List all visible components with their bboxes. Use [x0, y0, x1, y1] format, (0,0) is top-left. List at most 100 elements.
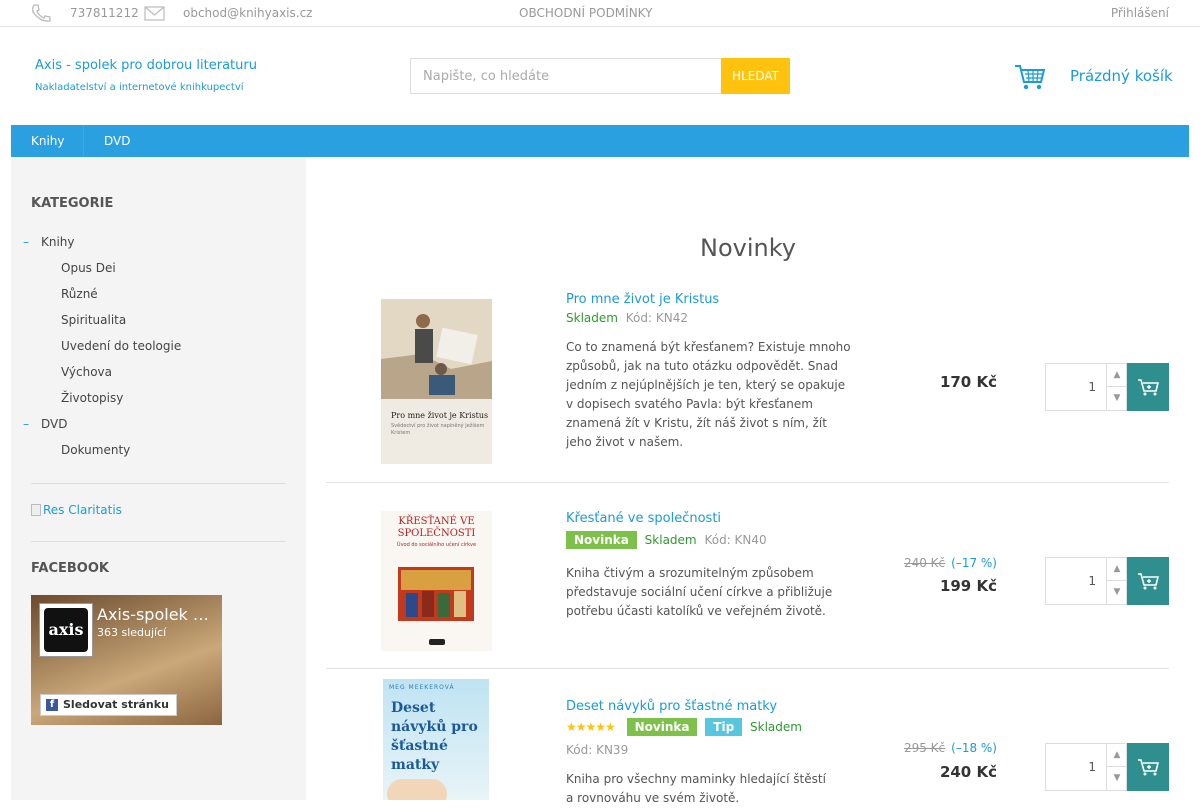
add-to-cart-button[interactable]: [1127, 743, 1169, 791]
product-description: Kniha čtivým a srozumitelným způsobem př…: [566, 566, 833, 618]
facebook-widget[interactable]: axis Axis-spolek pro dobrou literaturu 3…: [31, 595, 222, 725]
categories-title: KATEGORIE: [31, 196, 114, 211]
product-meta: ★★★★★ Novinka Tip Skladem: [566, 718, 802, 736]
category-vychova[interactable]: Výchova: [61, 365, 112, 379]
facebook-page-logo[interactable]: axis: [39, 603, 93, 657]
brand[interactable]: Axis - spolek pro dobrou literaturu Nakl…: [35, 58, 257, 93]
cover-subtitle: Úvod do sociálního učení církve: [396, 542, 477, 548]
chevron-up-icon[interactable]: ▲: [1107, 744, 1127, 767]
divider: [326, 482, 1169, 483]
brand-tagline: Nakladatelství a internetové knihkupectv…: [35, 82, 244, 93]
quantity-stepper[interactable]: 1 ▲ ▼: [1045, 363, 1127, 411]
facebook-icon: f: [46, 699, 58, 711]
facebook-page-name[interactable]: Axis-spolek pro dobrou literaturu: [97, 605, 217, 624]
cover-subtitle: Svědectví pro život naplněný Ježíšem Kri…: [391, 423, 485, 436]
search-input[interactable]: [410, 58, 722, 94]
cart-icon: [1138, 759, 1159, 776]
product-price: 240 Kč: [939, 763, 997, 781]
chevron-down-icon[interactable]: ▼: [1107, 767, 1127, 790]
badge-tip: Tip: [705, 718, 743, 736]
cover-author: MEG MEEKEROVÁ: [389, 684, 455, 691]
phone-icon: [32, 4, 51, 22]
product-old-price: 240 Kč (–17 %): [903, 556, 997, 570]
product-item: KŘESŤANÉ VE SPOLEČNOSTI Úvod do sociální…: [326, 511, 1169, 667]
product-code: Kód: KN39: [566, 743, 629, 757]
sidebar: KATEGORIE – Knihy Opus Dei Různé Spiritua…: [11, 157, 306, 800]
facebook-title: FACEBOOK: [31, 561, 109, 576]
category-dokumenty[interactable]: Dokumenty: [61, 443, 130, 457]
quantity-stepper[interactable]: 1 ▲ ▼: [1045, 743, 1127, 791]
product-price: 199 Kč: [939, 577, 997, 595]
category-zivotopisy[interactable]: Životopisy: [61, 391, 123, 405]
quantity-stepper[interactable]: 1 ▲ ▼: [1045, 557, 1127, 605]
quantity-input[interactable]: 1: [1046, 558, 1106, 604]
category-opus-dei[interactable]: Opus Dei: [61, 261, 116, 275]
facebook-follow-button[interactable]: f Sledovat stránku: [40, 694, 177, 716]
publisher-logo: [429, 639, 445, 645]
product-item: Pro mne život je Kristus Svědectví pro ž…: [326, 292, 1169, 482]
nav-item-knihy[interactable]: Knihy: [11, 125, 84, 157]
product-name[interactable]: Pro mne život je Kristus: [566, 292, 719, 307]
add-to-cart-button[interactable]: [1127, 363, 1169, 411]
collapse-icon[interactable]: –: [23, 235, 29, 249]
product-image[interactable]: KŘESŤANÉ VE SPOLEČNOSTI Úvod do sociální…: [381, 511, 492, 651]
product-image[interactable]: MEG MEEKEROVÁ Deset návyků pro šťastné m…: [383, 679, 489, 800]
login-link[interactable]: Přihlášení: [1111, 6, 1169, 20]
cart-icon: [1138, 573, 1159, 590]
chevron-down-icon[interactable]: ▼: [1107, 387, 1127, 410]
product-image[interactable]: Pro mne život je Kristus Svědectví pro ž…: [381, 299, 492, 464]
category-uvedeni-do-teologie[interactable]: Uvedení do teologie: [61, 339, 181, 353]
quantity-input[interactable]: 1: [1046, 364, 1106, 410]
divider: [31, 541, 286, 542]
collapse-icon[interactable]: –: [23, 417, 29, 431]
email-link[interactable]: obchod@knihyaxis.cz: [183, 6, 312, 20]
cover-title: Deset návyků pro šťastné matky: [391, 700, 478, 773]
stock-status: Skladem: [750, 720, 802, 734]
product-old-price: 295 Kč (–18 %): [903, 741, 997, 755]
cover-painting: [398, 567, 474, 621]
chevron-up-icon[interactable]: ▲: [1107, 558, 1127, 581]
product-name[interactable]: Křesťané ve společnosti: [566, 511, 721, 526]
chevron-up-icon[interactable]: ▲: [1107, 364, 1127, 387]
product-code: Kód: KN42: [625, 311, 688, 325]
phone-number[interactable]: 737811212: [70, 6, 139, 20]
top-bar: 737811212 obchod@knihyaxis.cz OBCHODNÍ P…: [0, 0, 1200, 27]
rating-stars: ★★★★★: [566, 720, 616, 734]
product-code: Kód: KN40: [704, 533, 767, 547]
search-form: HLEDAT: [410, 58, 790, 94]
badge-novinka: Novinka: [566, 531, 637, 549]
divider: [326, 668, 1169, 669]
category-dvd[interactable]: – DVD: [23, 417, 67, 431]
broken-image-icon: [31, 504, 41, 516]
brand-name[interactable]: Axis - spolek pro dobrou literaturu: [35, 58, 257, 73]
terms-link[interactable]: OBCHODNÍ PODMÍNKY: [519, 6, 652, 20]
mail-icon: [144, 6, 165, 21]
product-description: Kniha pro všechny maminky hledající štěs…: [566, 772, 826, 805]
cover-title: KŘESŤANÉ VE SPOLEČNOSTI: [397, 516, 476, 539]
res-claritatis-banner[interactable]: Res Claritatis: [31, 503, 122, 517]
cover-photo: [387, 779, 447, 800]
search-button[interactable]: HLEDAT: [721, 58, 790, 94]
product-meta: Novinka Skladem Kód: KN40: [566, 531, 767, 549]
book-cover-photo: [381, 299, 492, 464]
cart-label: Prázdný košík: [1070, 67, 1173, 85]
product-meta: Skladem Kód: KN42: [566, 311, 688, 325]
product-price: 170 Kč: [939, 373, 997, 391]
product-item: MEG MEEKEROVÁ Deset návyků pro šťastné m…: [326, 679, 1169, 805]
cover-title: Pro mne život je Kristus: [391, 411, 489, 420]
cart-icon: [1015, 65, 1046, 90]
facebook-followers: 363 sledující: [97, 626, 167, 639]
chevron-down-icon[interactable]: ▼: [1107, 581, 1127, 604]
nav-item-dvd[interactable]: DVD: [84, 125, 150, 157]
product-name[interactable]: Deset návyků pro šťastné matky: [566, 699, 777, 714]
product-description: Co to znamená být křesťanem? Existuje mn…: [566, 340, 851, 449]
quantity-input[interactable]: 1: [1046, 744, 1106, 790]
stock-status: Skladem: [644, 533, 697, 547]
category-knihy[interactable]: – Knihy: [23, 235, 75, 249]
stock-status: Skladem: [566, 311, 618, 325]
category-ruzne[interactable]: Různé: [61, 287, 98, 301]
cart-icon: [1138, 379, 1159, 396]
add-to-cart-button[interactable]: [1127, 557, 1169, 605]
divider: [31, 483, 286, 484]
category-spiritualita[interactable]: Spiritualita: [61, 313, 126, 327]
